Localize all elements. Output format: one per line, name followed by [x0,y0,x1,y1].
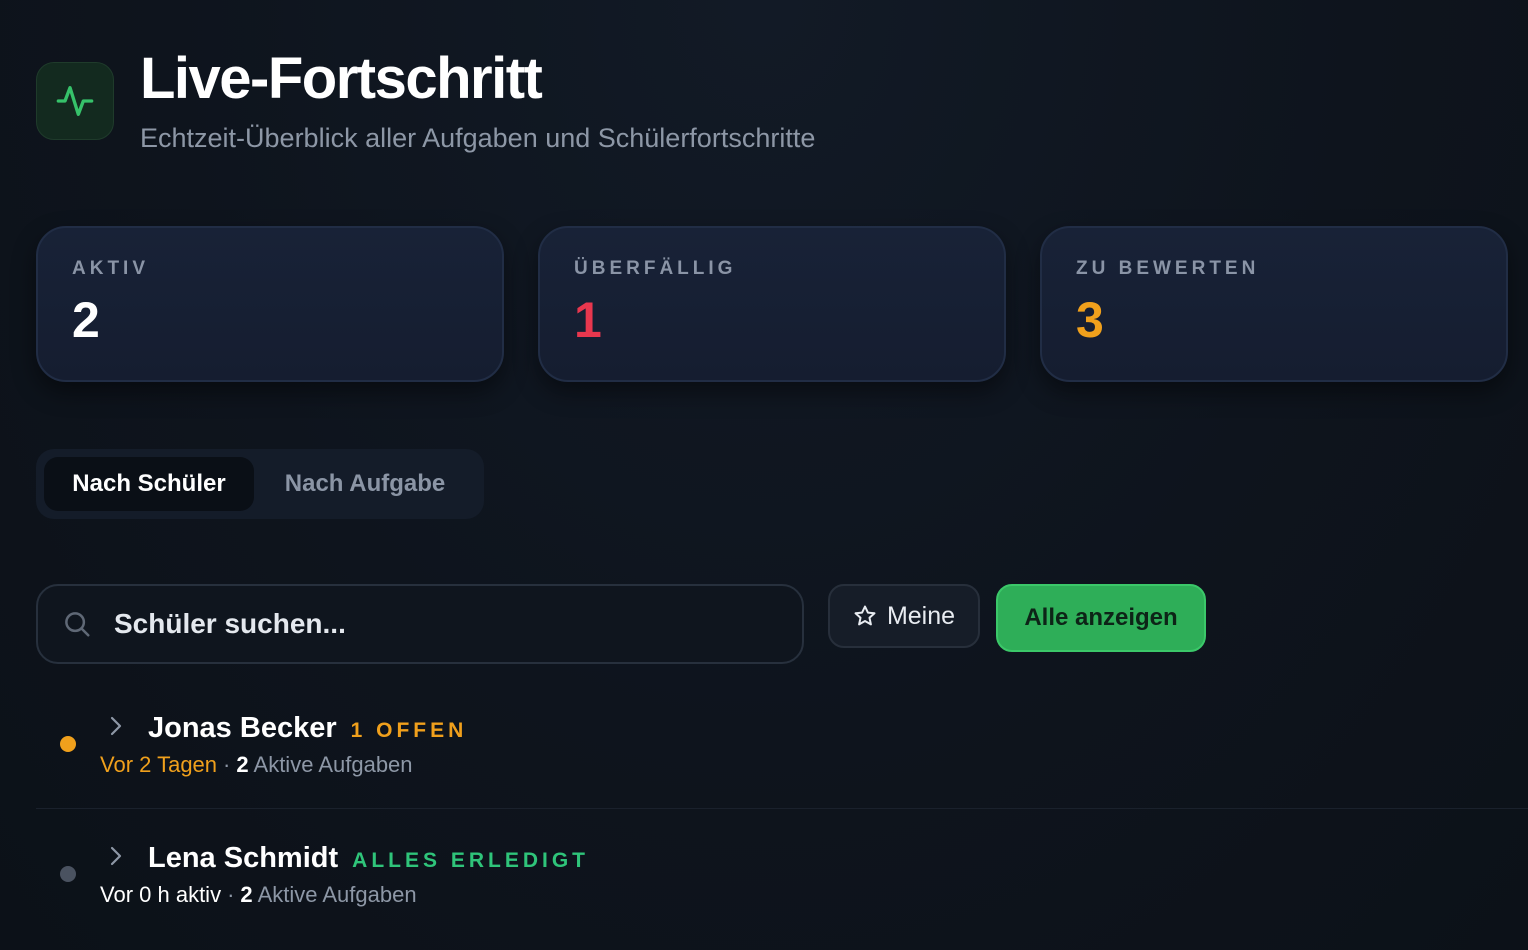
stat-card-to-grade: ZU BEWERTEN 3 [1040,226,1508,382]
page-header: Live-Fortschritt Echtzeit-Überblick alle… [36,44,815,156]
stat-card-overdue: ÜBERFÄLLIG 1 [538,226,1006,382]
list-item[interactable]: Lena Schmidt ALLES ERLEDIGT Vor 0 h aktiv… [36,808,1528,938]
activity-icon [36,62,114,140]
student-name: Jonas Becker [148,712,337,744]
active-count: 2 [240,882,253,907]
stat-label: ÜBERFÄLLIG [574,258,737,279]
star-icon [853,604,877,628]
active-label: Aktive Aufgaben [257,882,417,907]
mine-filter-button[interactable]: Meine [828,584,980,648]
stat-value: 1 [574,292,602,348]
page-title: Live-Fortschritt [140,46,543,111]
status-badge: 1 OFFEN [350,719,468,742]
student-name: Lena Schmidt [148,842,339,874]
chevron-right-icon[interactable] [106,714,126,743]
last-seen: Vor 0 h aktiv [100,882,222,907]
list-item[interactable]: Jonas Becker 1 OFFEN Vor 2 Tagen · 2 Aktive… [36,678,1528,809]
stat-label: AKTIV [72,258,149,279]
tab-by-task[interactable]: Nach Aufgabe [254,457,476,511]
active-count: 2 [236,752,249,777]
stat-card-active: AKTIV 2 [36,226,504,382]
chevron-right-icon[interactable] [106,844,126,873]
stat-value: 2 [72,292,100,348]
search-input[interactable] [112,607,756,641]
stat-label: ZU BEWERTEN [1076,258,1260,279]
status-badge: ALLES ERLEDIGT [352,849,589,872]
stat-value: 3 [1076,292,1104,348]
mine-filter-label: Meine [886,601,956,630]
tab-by-student[interactable]: Nach Schüler [44,457,254,511]
search-icon [62,609,92,639]
page-subtitle: Echtzeit-Überblick aller Aufgaben und Sc… [140,123,816,153]
status-dot [60,736,76,752]
last-seen: Vor 2 Tagen [100,752,218,777]
show-all-button[interactable]: Alle anzeigen [996,584,1206,652]
status-dot [60,866,76,882]
search-box [36,584,804,664]
view-toggle: Nach Schüler Nach Aufgabe [36,449,484,519]
active-label: Aktive Aufgaben [253,752,413,777]
